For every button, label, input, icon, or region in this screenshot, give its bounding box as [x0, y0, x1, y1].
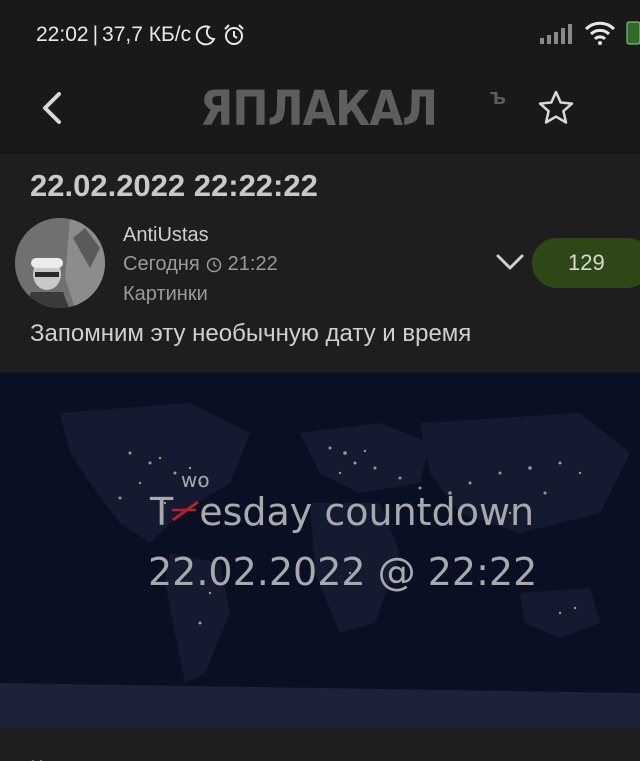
comments-partial-label: К: [30, 756, 43, 761]
post-time-value: 21:22: [227, 253, 278, 275]
post-category[interactable]: Картинки: [123, 283, 208, 306]
expand-button[interactable]: [492, 244, 528, 280]
post-text: Запомним эту необычную дату и время: [30, 320, 472, 347]
chevron-down-icon: [496, 254, 524, 270]
image-caption-line1: Tesday countdown: [150, 490, 534, 534]
image-caption-rest: esday countdown: [199, 490, 535, 534]
author-name[interactable]: AntiUstas: [123, 224, 209, 247]
alarm-icon: [224, 24, 244, 45]
site-logo[interactable]: ЯПЛАКАЛ ъ: [200, 80, 510, 138]
logo-text: ЯПЛАКАЛ: [200, 81, 438, 137]
status-bar: 22:02 | 37,7 КБ/с: [0, 0, 640, 68]
post-title: 22.02.2022 22:22:22: [30, 168, 318, 203]
image-caption-line2: 22.02.2022 @ 22:22: [148, 550, 538, 594]
logo-suffix: ъ: [490, 84, 507, 109]
rating-badge[interactable]: 129: [532, 238, 640, 288]
avatar-photo: [15, 218, 105, 308]
back-button[interactable]: [28, 84, 76, 132]
image-caption-prefix: T: [150, 490, 174, 534]
status-speed: 37,7 КБ/с: [102, 23, 192, 46]
post-datetime: Сегодня 21:22: [123, 253, 278, 276]
moon-icon: [195, 25, 216, 46]
wifi-icon: [584, 21, 616, 45]
comments-section: [0, 728, 640, 761]
signal-icon: [540, 24, 572, 44]
status-separator: |: [92, 23, 99, 46]
author-avatar[interactable]: [15, 218, 105, 308]
app-header: ЯПЛАКАЛ ъ: [0, 68, 640, 154]
status-right: [540, 20, 640, 46]
status-time: 22:02: [36, 23, 89, 46]
clock-icon: [206, 257, 221, 272]
star-outline-icon: [538, 90, 574, 124]
favorite-button[interactable]: [532, 84, 580, 132]
status-left: 22:02 | 37,7 КБ/с: [36, 22, 247, 48]
chevron-left-icon: [43, 92, 61, 124]
image-correction-text: wo: [181, 468, 210, 492]
post-date-label: Сегодня: [123, 253, 200, 275]
battery-icon: [626, 21, 640, 45]
